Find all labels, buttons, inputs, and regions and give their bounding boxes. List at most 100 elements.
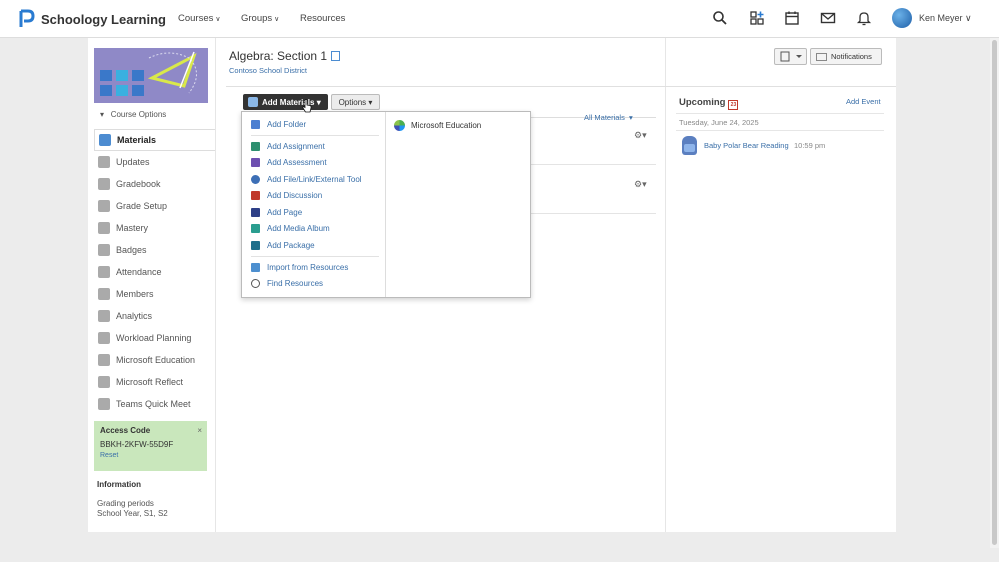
brand-name: Schoology Learning bbox=[41, 11, 166, 27]
microsoft-education-icon bbox=[394, 119, 405, 131]
assignment-icon bbox=[251, 141, 260, 151]
book-icon bbox=[780, 51, 802, 62]
notifications-button[interactable]: Notifications bbox=[810, 48, 882, 65]
backpack-icon bbox=[682, 136, 697, 155]
apps-icon[interactable] bbox=[749, 10, 765, 26]
mastery-icon bbox=[98, 222, 110, 234]
information-title: Information bbox=[97, 480, 141, 489]
import-icon bbox=[251, 262, 260, 272]
attendance-icon bbox=[98, 266, 110, 278]
upcoming-divider bbox=[676, 130, 884, 131]
calendar-icon: 23 bbox=[728, 100, 739, 110]
gear-icon[interactable]: ⚙▾ bbox=[634, 179, 647, 190]
access-code-panel: Access Code × BBKH-2KFW-55D9F Reset bbox=[94, 421, 207, 471]
menu-item-add-page[interactable]: Add Page bbox=[251, 205, 302, 219]
materials-icon bbox=[99, 134, 111, 146]
menu-separator bbox=[251, 135, 379, 136]
menu-item-add-package[interactable]: Add Package bbox=[251, 238, 315, 252]
sidebar-item-materials[interactable]: Materials bbox=[94, 129, 215, 151]
nav-courses[interactable]: Courses ∨ bbox=[178, 13, 221, 24]
menu-separator bbox=[251, 256, 379, 257]
menu-item-add-file-link[interactable]: Add File/Link/External Tool bbox=[251, 172, 362, 186]
workload-planning-icon bbox=[98, 332, 110, 344]
sidebar-item-attendance[interactable]: Attendance bbox=[94, 261, 215, 283]
sidebar-item-analytics[interactable]: Analytics bbox=[94, 305, 215, 327]
sidebar-item-workload-planning[interactable]: Workload Planning bbox=[94, 327, 215, 349]
access-code-title: Access Code bbox=[100, 426, 151, 435]
sidebar-item-badges[interactable]: Badges bbox=[94, 239, 215, 261]
menu-item-add-assignment[interactable]: Add Assignment bbox=[251, 139, 325, 153]
search-icon[interactable] bbox=[712, 10, 728, 26]
event-link[interactable]: Baby Polar Bear Reading bbox=[704, 141, 789, 150]
badges-icon bbox=[98, 244, 110, 256]
reset-access-code-link[interactable]: Reset bbox=[100, 452, 201, 459]
menu-item-add-assessment[interactable]: Add Assessment bbox=[251, 155, 327, 169]
upcoming-divider bbox=[676, 113, 884, 114]
horizontal-scrollbar[interactable] bbox=[0, 548, 999, 562]
discussion-icon bbox=[251, 190, 260, 200]
top-nav: Schoology Learning Courses ∨ Groups ∨ Reso… bbox=[0, 0, 999, 38]
sidebar-item-mastery[interactable]: Mastery bbox=[94, 217, 215, 239]
gear-icon[interactable]: ⚙▾ bbox=[634, 130, 647, 141]
grade-setup-icon bbox=[98, 200, 110, 212]
messages-icon[interactable] bbox=[820, 10, 836, 26]
options-button[interactable]: Options ▾ bbox=[331, 94, 380, 110]
folder-icon bbox=[251, 119, 260, 129]
microsoft-education-icon bbox=[98, 354, 110, 366]
course-image bbox=[94, 48, 208, 103]
logo[interactable]: Schoology Learning bbox=[18, 8, 166, 30]
avatar[interactable] bbox=[892, 8, 912, 28]
sidebar: ▾ Course Options Materials Updates Grade… bbox=[88, 38, 215, 532]
course-image-art bbox=[94, 48, 208, 103]
updates-icon bbox=[98, 156, 110, 168]
page-icon bbox=[251, 207, 260, 217]
school-link[interactable]: Contoso School District bbox=[229, 66, 307, 75]
menu-item-find-resources[interactable]: Find Resources bbox=[251, 276, 323, 290]
sidebar-item-teams-quick-meet[interactable]: Teams Quick Meet bbox=[94, 393, 215, 415]
envelope-icon bbox=[816, 52, 827, 61]
sidebar-item-updates[interactable]: Updates bbox=[94, 151, 215, 173]
vertical-scrollbar[interactable] bbox=[990, 38, 999, 548]
right-column: Notifications Upcoming 23 Add Event Tuesd… bbox=[666, 38, 896, 532]
header-divider bbox=[666, 86, 896, 87]
all-materials-filter[interactable]: All Materials ▾ bbox=[584, 113, 633, 122]
nav-resources[interactable]: Resources bbox=[300, 13, 345, 24]
close-icon[interactable]: × bbox=[197, 426, 202, 435]
assessment-icon bbox=[251, 157, 260, 167]
menu-item-import-from-resources[interactable]: Import from Resources bbox=[251, 260, 348, 274]
nav-groups[interactable]: Groups ∨ bbox=[241, 13, 279, 24]
package-icon bbox=[251, 240, 260, 250]
chevron-down-icon: ∨ bbox=[215, 16, 221, 23]
sidebar-nav: Materials Updates Gradebook Grade Setup … bbox=[94, 129, 215, 415]
teams-icon bbox=[98, 398, 110, 410]
sidebar-item-members[interactable]: Members bbox=[94, 283, 215, 305]
sidebar-item-grade-setup[interactable]: Grade Setup bbox=[94, 195, 215, 217]
calendar-icon[interactable] bbox=[784, 10, 800, 26]
book-menu-button[interactable] bbox=[774, 48, 807, 65]
add-materials-button[interactable]: Add Materials ▾ bbox=[243, 94, 328, 110]
course-options-button[interactable]: ▾ Course Options bbox=[100, 110, 166, 119]
file-link-icon bbox=[251, 174, 260, 184]
menu-item-microsoft-education[interactable]: Microsoft Education bbox=[394, 118, 481, 132]
scrollbar-thumb[interactable] bbox=[992, 40, 997, 545]
magnifier-icon bbox=[251, 278, 260, 288]
header-divider bbox=[226, 86, 666, 87]
grading-periods-value: School Year, S1, S2 bbox=[97, 509, 168, 518]
bell-icon[interactable] bbox=[856, 10, 872, 26]
chevron-down-icon: ∨ bbox=[274, 16, 280, 23]
upcoming-date: Tuesday, June 24, 2025 bbox=[679, 118, 759, 127]
menu-item-add-discussion[interactable]: Add Discussion bbox=[251, 188, 322, 202]
members-icon bbox=[98, 288, 110, 300]
sidebar-item-microsoft-reflect[interactable]: Microsoft Reflect bbox=[94, 371, 215, 393]
menu-item-add-media-album[interactable]: Add Media Album bbox=[251, 221, 330, 235]
hand-cursor-icon bbox=[302, 99, 312, 113]
user-menu[interactable]: Ken Meyer ∨ bbox=[919, 13, 972, 24]
event-time: 10:59 pm bbox=[794, 141, 826, 150]
sidebar-item-gradebook[interactable]: Gradebook bbox=[94, 173, 215, 195]
sidebar-item-microsoft-education[interactable]: Microsoft Education bbox=[94, 349, 215, 371]
menu-item-add-folder[interactable]: Add Folder bbox=[251, 117, 306, 131]
add-materials-icon bbox=[248, 97, 258, 107]
book-icon bbox=[331, 51, 341, 61]
chevron-down-icon: ∨ bbox=[965, 13, 972, 23]
add-event-link[interactable]: Add Event bbox=[846, 97, 881, 106]
